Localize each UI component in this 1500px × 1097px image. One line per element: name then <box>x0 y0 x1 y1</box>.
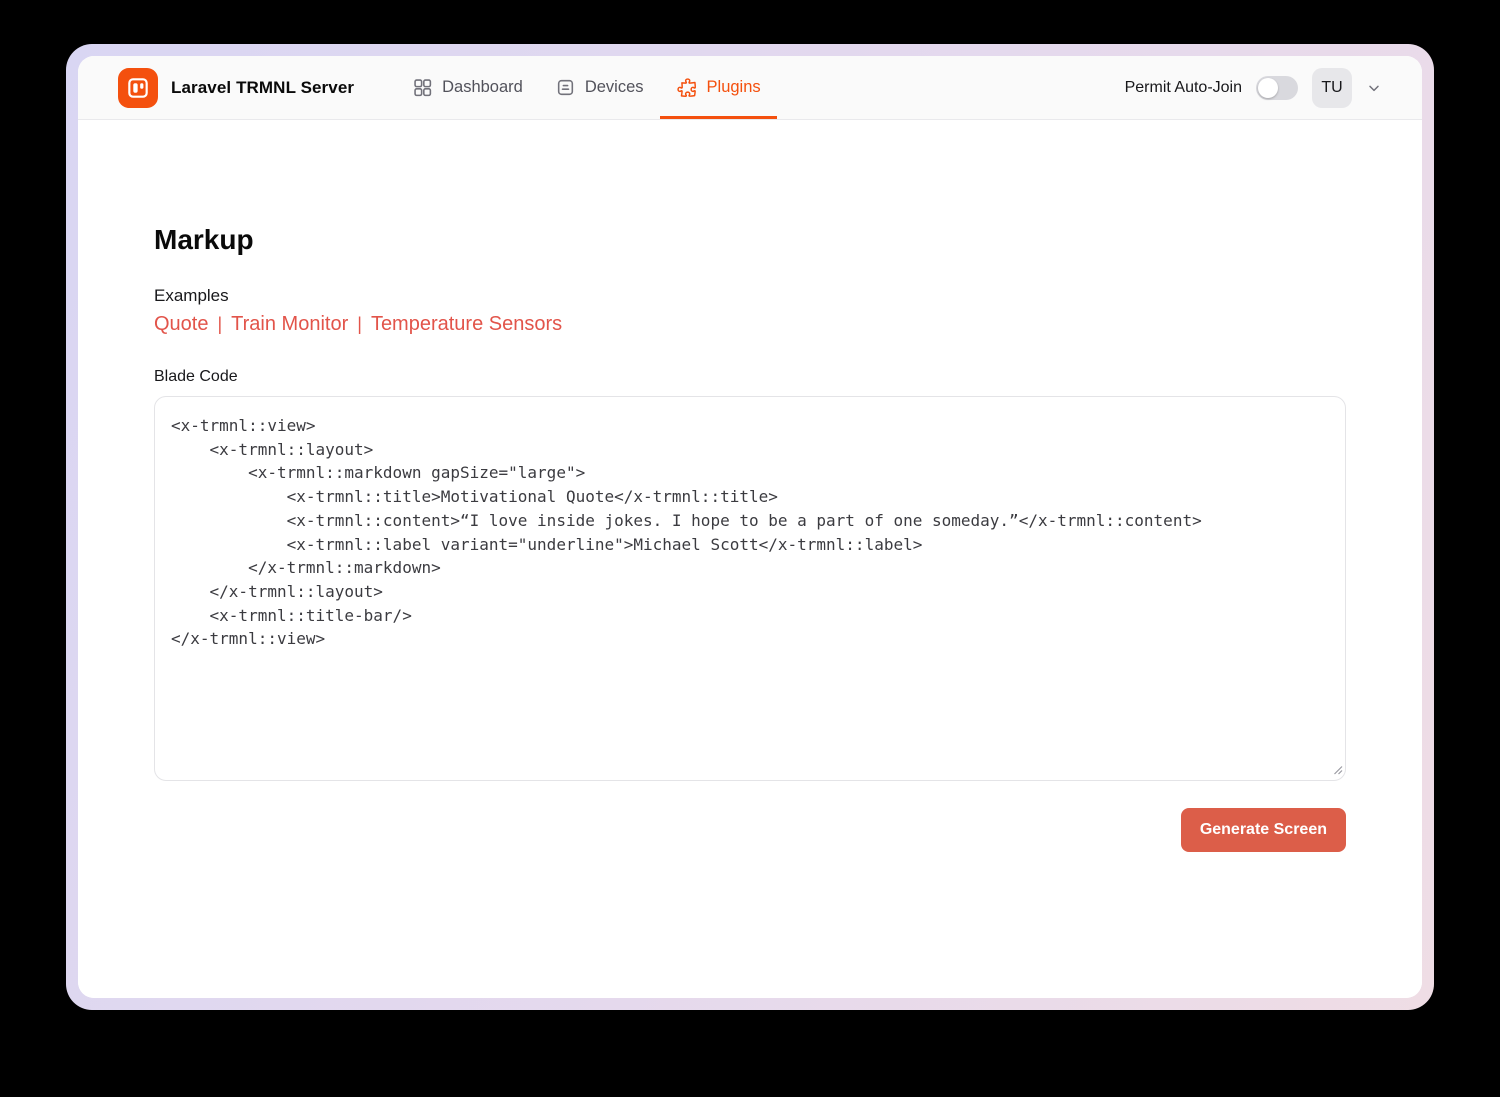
resize-handle[interactable] <box>1331 762 1343 780</box>
user-avatar[interactable]: TU <box>1312 68 1352 108</box>
brand: Laravel TRMNL Server <box>118 56 354 119</box>
dashboard-grid-icon <box>412 77 433 98</box>
main-content: Markup Examples Quote | Train Monitor | … <box>78 120 1422 998</box>
app-title: Laravel TRMNL Server <box>171 78 354 98</box>
tab-label: Dashboard <box>442 78 523 97</box>
example-links: Quote | Train Monitor | Temperature Sens… <box>154 313 1346 336</box>
puzzle-piece-icon <box>676 77 698 99</box>
example-link-temperature-sensors[interactable]: Temperature Sensors <box>371 313 562 336</box>
blade-code-input[interactable]: <x-trmnl::view> <x-trmnl::layout> <x-trm… <box>154 396 1346 781</box>
generate-screen-button[interactable]: Generate Screen <box>1181 808 1346 852</box>
tab-label: Devices <box>585 78 644 97</box>
permit-auto-join-toggle[interactable] <box>1256 76 1298 100</box>
devices-icon <box>555 77 576 98</box>
blade-code-wrap: <x-trmnl::view> <x-trmnl::layout> <x-trm… <box>154 396 1346 786</box>
example-link-train-monitor[interactable]: Train Monitor <box>231 313 348 336</box>
app-window-inner: Laravel TRMNL Server Dashboard <box>78 56 1422 998</box>
toggle-knob <box>1258 78 1278 98</box>
chevron-down-icon[interactable] <box>1366 80 1382 96</box>
example-link-quote[interactable]: Quote <box>154 313 208 336</box>
main-nav: Dashboard Devices <box>396 56 777 119</box>
page-title: Markup <box>154 224 1346 256</box>
top-navbar: Laravel TRMNL Server Dashboard <box>78 56 1422 120</box>
blade-code-label: Blade Code <box>154 368 1346 386</box>
actions-row: Generate Screen <box>154 808 1346 852</box>
trmnl-logo-icon <box>118 68 158 108</box>
link-separator: | <box>357 314 362 335</box>
tab-plugins[interactable]: Plugins <box>660 56 777 119</box>
app-window: Laravel TRMNL Server Dashboard <box>66 44 1434 1010</box>
tab-dashboard[interactable]: Dashboard <box>396 56 539 119</box>
tab-label: Plugins <box>707 78 761 97</box>
link-separator: | <box>217 314 222 335</box>
examples-label: Examples <box>154 286 1346 306</box>
header-right: Permit Auto-Join TU <box>1125 56 1382 119</box>
tab-devices[interactable]: Devices <box>539 56 660 119</box>
permit-auto-join-label: Permit Auto-Join <box>1125 79 1242 97</box>
